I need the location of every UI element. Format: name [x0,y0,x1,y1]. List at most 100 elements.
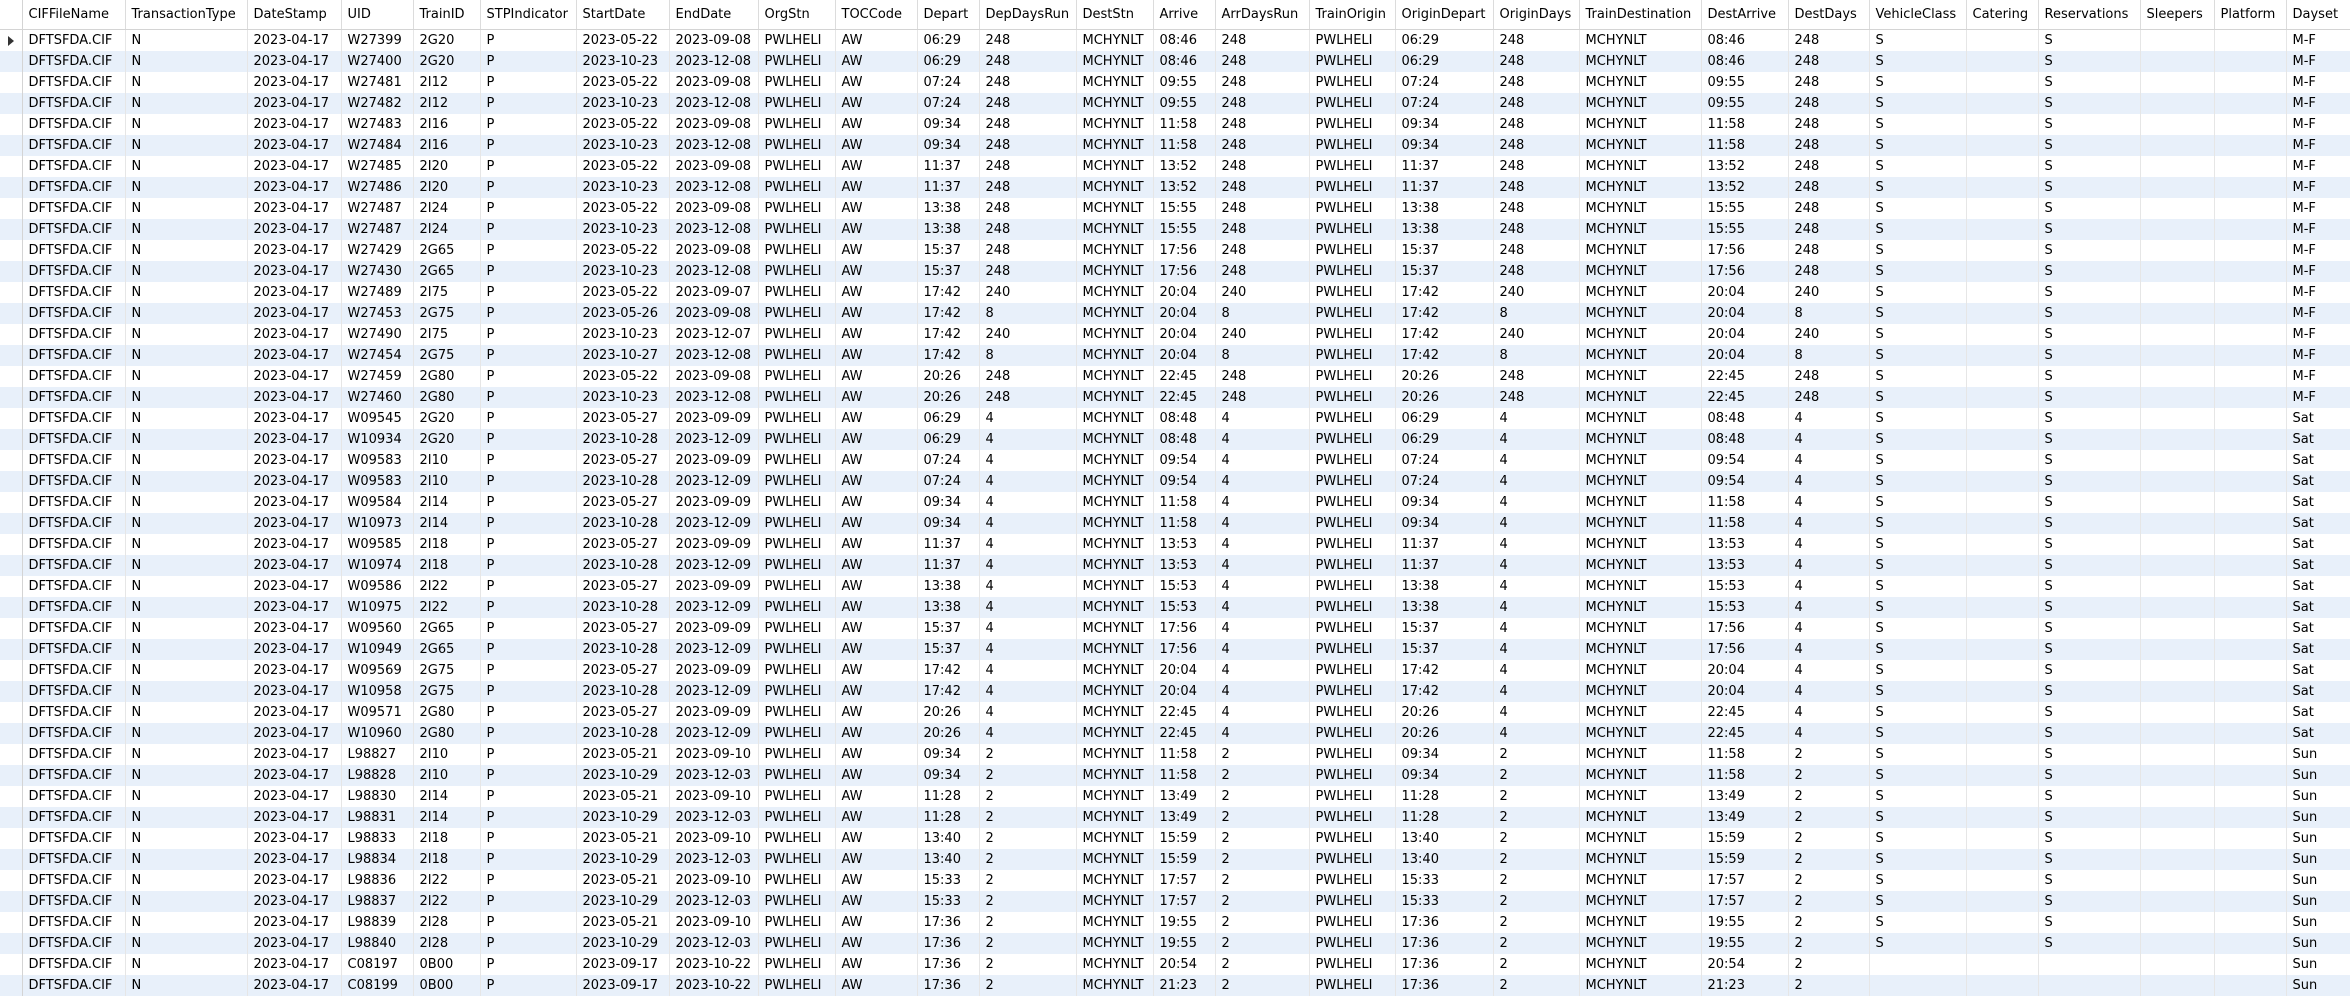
cell-transactiontype[interactable]: N [125,891,248,912]
cell-reservations[interactable]: S [2038,429,2141,450]
cell-toccode[interactable]: AW [835,639,918,660]
cell-reservations[interactable]: S [2038,72,2141,93]
cell-enddate[interactable]: 2023-12-03 [669,765,759,786]
cell-ciffilename[interactable]: DFTSFDA.CIF [22,807,126,828]
cell-sleepers[interactable] [2140,93,2215,114]
cell-catering[interactable] [1966,807,2039,828]
cell-vehicleclass[interactable]: S [1869,534,1967,555]
cell-arrdaysrun[interactable]: 4 [1215,681,1310,702]
column-header-vehicleclass[interactable]: VehicleClass [1869,0,1967,30]
cell-destarrive[interactable]: 11:58 [1701,744,1789,765]
cell-arrdaysrun[interactable]: 8 [1215,345,1310,366]
cell-ciffilename[interactable]: DFTSFDA.CIF [22,177,126,198]
column-header-destarrive[interactable]: DestArrive [1701,0,1789,30]
cell-depdaysrun[interactable]: 4 [979,660,1077,681]
cell-transactiontype[interactable]: N [125,618,248,639]
cell-uid[interactable]: W09545 [341,408,414,429]
cell-stpindicator[interactable]: P [480,786,577,807]
cell-enddate[interactable]: 2023-12-08 [669,93,759,114]
cell-datestamp[interactable]: 2023-04-17 [247,534,342,555]
cell-origindepart[interactable]: 17:42 [1395,660,1494,681]
cell-datestamp[interactable]: 2023-04-17 [247,807,342,828]
cell-uid[interactable]: W27490 [341,324,414,345]
cell-catering[interactable] [1966,723,2039,744]
cell-reservations[interactable]: S [2038,240,2141,261]
cell-origindays[interactable]: 248 [1493,240,1580,261]
cell-reservations[interactable]: S [2038,492,2141,513]
cell-orgstn[interactable]: PWLHELI [758,471,836,492]
cell-sleepers[interactable] [2140,51,2215,72]
cell-dayset[interactable]: Sat [2286,660,2350,681]
cell-vehicleclass[interactable]: S [1869,576,1967,597]
cell-reservations[interactable]: S [2038,912,2141,933]
cell-ciffilename[interactable]: DFTSFDA.CIF [22,681,126,702]
cell-destarrive[interactable]: 17:56 [1701,639,1789,660]
cell-reservations[interactable]: S [2038,597,2141,618]
cell-origindays[interactable]: 240 [1493,324,1580,345]
cell-enddate[interactable]: 2023-09-09 [669,618,759,639]
cell-trainorigin[interactable]: PWLHELI [1309,387,1396,408]
cell-origindepart[interactable]: 17:42 [1395,681,1494,702]
cell-deststn[interactable]: MCHYNLT [1076,429,1154,450]
cell-datestamp[interactable]: 2023-04-17 [247,618,342,639]
cell-destdays[interactable]: 248 [1788,387,1870,408]
cell-arrdaysrun[interactable]: 248 [1215,93,1310,114]
cell-deststn[interactable]: MCHYNLT [1076,135,1154,156]
cell-enddate[interactable]: 2023-12-08 [669,219,759,240]
cell-transactiontype[interactable]: N [125,408,248,429]
cell-startdate[interactable]: 2023-05-27 [576,450,670,471]
table-row[interactable]: DFTSFDA.CIF N 2023-04-17 W27429 2G65 P 2023-05… [0,240,2350,261]
cell-destarrive[interactable]: 13:49 [1701,807,1789,828]
cell-deststn[interactable]: MCHYNLT [1076,303,1154,324]
cell-traindestination[interactable]: MCHYNLT [1579,177,1702,198]
cell-trainorigin[interactable]: PWLHELI [1309,681,1396,702]
cell-destdays[interactable]: 248 [1788,29,1870,51]
cell-deststn[interactable]: MCHYNLT [1076,408,1154,429]
cell-origindepart[interactable]: 06:29 [1395,51,1494,72]
cell-arrive[interactable]: 13:53 [1153,555,1216,576]
row-selector[interactable] [0,723,23,744]
cell-reservations[interactable]: S [2038,450,2141,471]
cell-destdays[interactable]: 2 [1788,765,1870,786]
cell-startdate[interactable]: 2023-05-22 [576,366,670,387]
cell-trainorigin[interactable]: PWLHELI [1309,29,1396,51]
row-selector[interactable] [0,828,23,849]
cell-platform[interactable] [2214,870,2287,891]
cell-uid[interactable]: L98839 [341,912,414,933]
cell-arrive[interactable]: 20:04 [1153,660,1216,681]
cell-trainorigin[interactable]: PWLHELI [1309,597,1396,618]
cell-depart[interactable]: 07:24 [917,450,980,471]
cell-dayset[interactable]: Sat [2286,513,2350,534]
cell-reservations[interactable]: S [2038,345,2141,366]
cell-trainorigin[interactable]: PWLHELI [1309,366,1396,387]
cell-depdaysrun[interactable]: 248 [979,135,1077,156]
cell-arrdaysrun[interactable]: 2 [1215,891,1310,912]
cell-traindestination[interactable]: MCHYNLT [1579,282,1702,303]
table-row[interactable]: DFTSFDA.CIF N 2023-04-17 L98834 2I18 P 2023-10… [0,849,2350,870]
cell-arrive[interactable]: 17:56 [1153,261,1216,282]
cell-depart[interactable]: 09:34 [917,492,980,513]
cell-depdaysrun[interactable]: 248 [979,156,1077,177]
cell-vehicleclass[interactable]: S [1869,513,1967,534]
cell-depdaysrun[interactable]: 2 [979,975,1077,996]
cell-datestamp[interactable]: 2023-04-17 [247,870,342,891]
cell-platform[interactable] [2214,219,2287,240]
cell-traindestination[interactable]: MCHYNLT [1579,471,1702,492]
cell-datestamp[interactable]: 2023-04-17 [247,954,342,975]
cell-origindays[interactable]: 248 [1493,135,1580,156]
cell-depart[interactable]: 13:38 [917,198,980,219]
cell-catering[interactable] [1966,261,2039,282]
cell-vehicleclass[interactable]: S [1869,870,1967,891]
cell-arrdaysrun[interactable]: 4 [1215,639,1310,660]
cell-arrdaysrun[interactable]: 248 [1215,240,1310,261]
cell-depart[interactable]: 09:34 [917,513,980,534]
cell-trainid[interactable]: 2I14 [413,786,481,807]
table-row[interactable]: DFTSFDA.CIF N 2023-04-17 W10973 2I14 P 2023-10… [0,513,2350,534]
cell-orgstn[interactable]: PWLHELI [758,282,836,303]
cell-platform[interactable] [2214,618,2287,639]
cell-traindestination[interactable]: MCHYNLT [1579,912,1702,933]
cell-destarrive[interactable]: 22:45 [1701,702,1789,723]
cell-traindestination[interactable]: MCHYNLT [1579,723,1702,744]
cell-catering[interactable] [1966,933,2039,954]
cell-trainid[interactable]: 2I22 [413,576,481,597]
